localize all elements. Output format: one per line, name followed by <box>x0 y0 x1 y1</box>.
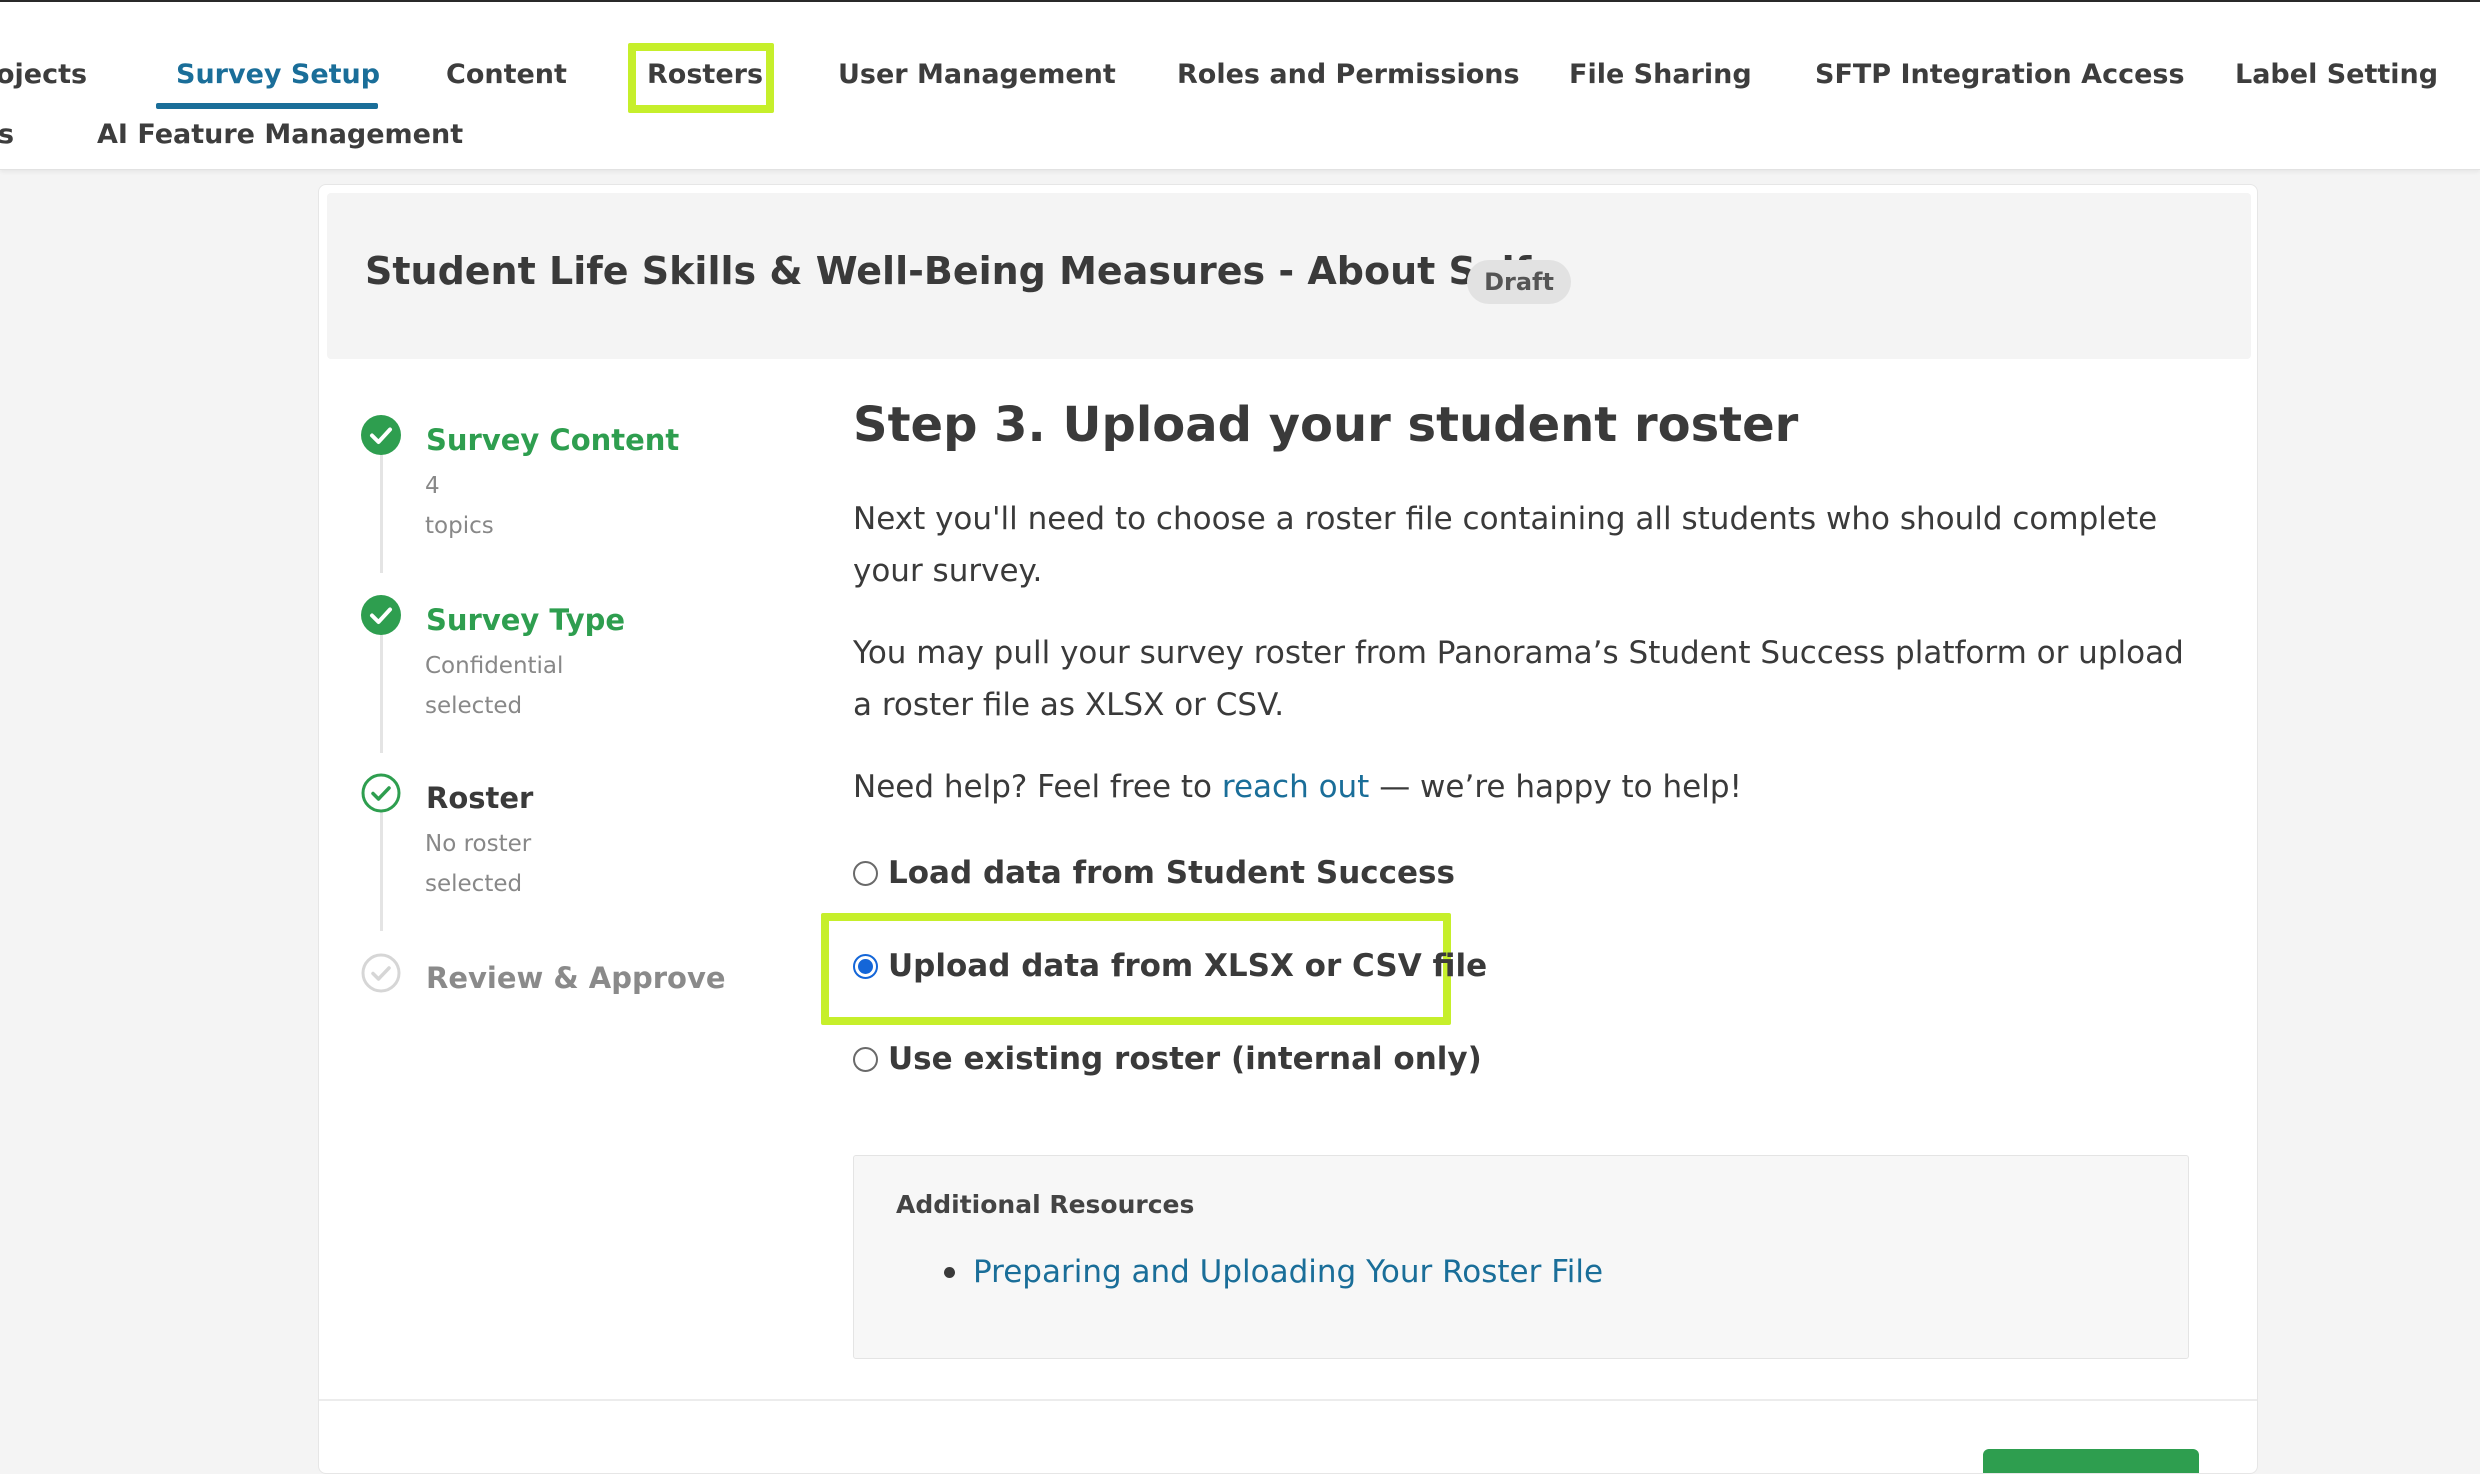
status-badge: Draft <box>1467 260 1571 304</box>
nav-item-file-sharing[interactable]: File Sharing <box>1569 61 1752 88</box>
resource-list-item: Preparing and Uploading Your Roster File <box>944 1254 1603 1290</box>
nav-item-truncated[interactable]: s <box>0 121 14 148</box>
step-detail: Confidential <box>425 653 564 679</box>
radio-dot <box>858 958 873 974</box>
radio-label: Use existing roster (internal only) <box>888 1041 1482 1077</box>
card-header: Student Life Skills & Well-Being Measure… <box>327 193 2251 359</box>
check-circle-icon <box>361 415 401 455</box>
stepper-connector <box>380 453 383 573</box>
step-heading: Step 3. Upload your student roster <box>853 397 1799 453</box>
radio-button[interactable] <box>853 1046 878 1072</box>
nav-item-ai-feature-management[interactable]: AI Feature Management <box>97 121 463 148</box>
step-detail: No roster <box>425 831 532 857</box>
option-existing-roster[interactable]: Use existing roster (internal only) <box>853 1041 1482 1077</box>
step-title: Survey Type <box>426 603 626 637</box>
top-navigation: ojects Survey Setup Content Rosters User… <box>0 2 2480 170</box>
stepper-connector <box>380 633 383 753</box>
check-circle-icon <box>361 595 401 635</box>
intro-paragraph: Next you'll need to choose a roster file… <box>853 501 2158 589</box>
resources-title: Additional Resources <box>896 1190 1195 1219</box>
survey-title: Student Life Skills & Well-Being Measure… <box>365 249 1532 293</box>
source-paragraph: You may pull your survey roster from Pan… <box>853 635 2184 723</box>
help-text: Need help? Feel free to <box>853 769 1222 805</box>
step-detail: 4 <box>425 473 440 499</box>
help-paragraph: Need help? Feel free to reach out — we’r… <box>853 761 2193 813</box>
step-detail: topics <box>425 513 494 539</box>
nav-item-user-management[interactable]: User Management <box>838 61 1116 88</box>
rosters-highlight <box>628 43 774 113</box>
bullet <box>944 1266 955 1278</box>
radio-button[interactable] <box>853 860 878 886</box>
step-detail: selected <box>425 693 523 719</box>
card-footer-divider <box>319 1399 2257 1401</box>
radio-button-selected[interactable] <box>853 953 878 979</box>
help-text: — we’re happy to help! <box>1369 769 1742 805</box>
step-title: Review & Approve <box>426 961 726 995</box>
continue-button[interactable] <box>1983 1449 2199 1473</box>
check-circle-outline-icon <box>361 773 401 813</box>
step-title: Survey Content <box>426 423 680 457</box>
option-upload-file[interactable]: Upload data from XLSX or CSV file <box>853 948 1487 984</box>
nav-item-survey-setup[interactable]: Survey Setup <box>176 61 380 88</box>
nav-item-roles-and-permissions[interactable]: Roles and Permissions <box>1177 61 1520 88</box>
step-detail: selected <box>425 871 523 897</box>
radio-label: Load data from Student Success <box>888 855 1455 891</box>
radio-label: Upload data from XLSX or CSV file <box>888 948 1488 984</box>
nav-item-sftp-integration-access[interactable]: SFTP Integration Access <box>1815 61 2185 88</box>
step-title: Roster <box>426 781 534 815</box>
survey-setup-card: Student Life Skills & Well-Being Measure… <box>318 184 2258 1474</box>
nav-item-projects[interactable]: ojects <box>0 61 87 88</box>
additional-resources-panel: Additional Resources Preparing and Uploa… <box>853 1155 2189 1359</box>
nav-item-content[interactable]: Content <box>446 61 567 88</box>
nav-item-label-setting[interactable]: Label Setting <box>2235 61 2438 88</box>
check-circle-disabled-icon <box>361 953 401 993</box>
stepper-connector <box>380 811 383 931</box>
option-student-success[interactable]: Load data from Student Success <box>853 855 1455 891</box>
active-tab-indicator <box>156 103 378 109</box>
reach-out-link[interactable]: reach out <box>1222 769 1369 805</box>
roster-guide-link[interactable]: Preparing and Uploading Your Roster File <box>973 1254 1603 1290</box>
